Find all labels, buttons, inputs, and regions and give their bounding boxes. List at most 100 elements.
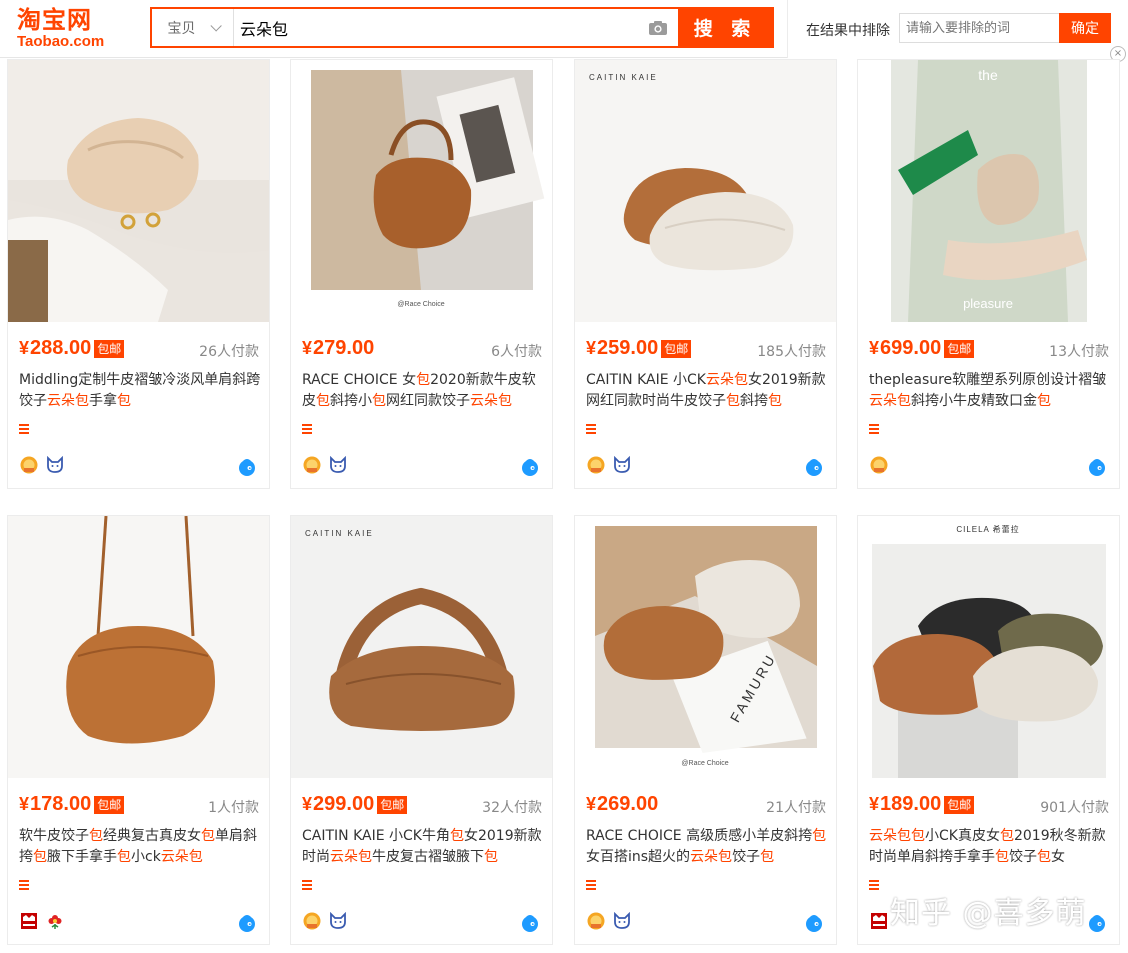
free-shipping-badge: 包邮	[661, 339, 692, 358]
title-keyword-highlight: 包	[117, 393, 131, 409]
price-value: 178.00	[30, 793, 92, 815]
buyer-count: 901人付款	[1040, 800, 1109, 816]
more-menu-icon[interactable]	[302, 880, 312, 890]
fox-icon[interactable]	[612, 455, 632, 475]
flower-icon[interactable]	[45, 911, 65, 931]
product-card[interactable]: CAITIN KAIE ¥259.00 包邮 185人付款 CAITIN KAIE 小…	[574, 59, 837, 489]
exclude-confirm-button[interactable]: 确定	[1059, 13, 1111, 43]
title-keyword-highlight: 包	[484, 849, 498, 865]
title-text: CAITIN KAIE 小CK牛角	[302, 828, 450, 844]
title-text: 斜挎小	[330, 393, 372, 409]
title-keyword-highlight: 包	[1037, 393, 1051, 409]
gold-medal-icon[interactable]	[302, 455, 322, 475]
product-title[interactable]: 软牛皮饺子包经典复古真皮女包单肩斜挎包腋下手拿手包小ck云朵包	[19, 826, 262, 868]
tmall-icon[interactable]	[19, 911, 39, 931]
product-image[interactable]: the pleasure	[858, 60, 1119, 322]
product-price: ¥699.00 包邮	[869, 337, 975, 360]
product-image[interactable]: CAITIN KAIE	[291, 516, 552, 778]
product-image[interactable]: @Race Choice	[291, 60, 552, 322]
wangwang-chat-icon[interactable]	[237, 913, 257, 937]
title-keyword-highlight: 包	[449, 828, 464, 844]
wangwang-chat-icon[interactable]	[237, 457, 257, 481]
product-title[interactable]: thepleasure软雕塑系列原创设计褶皱云朵包斜挎小牛皮精致口金包	[869, 370, 1112, 412]
exclude-label: 在结果中排除	[806, 23, 890, 39]
product-title[interactable]: RACE CHOICE 高级质感小羊皮斜挎包女百搭ins超火的云朵包饺子包	[586, 826, 829, 868]
product-card[interactable]: ¥178.00 包邮 1人付款 软牛皮饺子包经典复古真皮女包单肩斜挎包腋下手拿手包小c…	[7, 515, 270, 945]
product-title[interactable]: 云朵包包小CK真皮女包2019秋冬新款时尚单肩斜挎手拿手包饺子包女	[869, 826, 1112, 868]
search-button[interactable]: 搜 索	[678, 9, 772, 46]
more-menu-icon[interactable]	[19, 424, 29, 434]
more-menu-icon[interactable]	[869, 424, 879, 434]
wangwang-chat-icon[interactable]	[804, 913, 824, 937]
product-card[interactable]: CILELA 希蕾拉 ¥189.00 包邮 901人付款 云朵包包小CK真皮女包201…	[857, 515, 1120, 945]
taobao-logo[interactable]: 淘宝网 Taobao.com	[17, 6, 117, 52]
product-title[interactable]: CAITIN KAIE 小CK云朵包女2019新款网红同款时尚牛皮饺子包斜挎包	[586, 370, 829, 412]
exclude-input[interactable]	[899, 13, 1059, 43]
product-price: ¥288.00 包邮	[19, 337, 125, 360]
title-text: 小CK真皮女	[925, 828, 1000, 844]
title-text: 女	[1051, 849, 1065, 865]
product-image[interactable]	[8, 60, 269, 322]
more-menu-icon[interactable]	[586, 880, 596, 890]
shop-badges	[869, 911, 889, 931]
wangwang-chat-icon[interactable]	[520, 913, 540, 937]
gold-medal-icon[interactable]	[302, 911, 322, 931]
product-image[interactable]: CILELA 希蕾拉	[858, 516, 1119, 778]
product-card[interactable]: ¥288.00 包邮 26人付款 Middling定制牛皮褶皱冷淡风单肩斜跨饺子云朵包…	[7, 59, 270, 489]
buyer-count: 1人付款	[208, 800, 259, 816]
price-value: 259.00	[597, 337, 659, 359]
product-image[interactable]: CAITIN KAIE	[575, 60, 836, 322]
product-title[interactable]: CAITIN KAIE 小CK牛角包女2019新款时尚云朵包牛皮复古褶皱腋下包	[302, 826, 545, 868]
currency-symbol: ¥	[302, 794, 313, 814]
product-card[interactable]: FAMURU @Race Choice ¥269.00 21人付款 RACE CHO…	[574, 515, 837, 945]
free-shipping-badge: 包邮	[944, 339, 975, 358]
title-keyword-highlight: 包	[995, 849, 1009, 865]
product-title[interactable]: Middling定制牛皮褶皱冷淡风单肩斜跨饺子云朵包手拿包	[19, 370, 262, 412]
fox-icon[interactable]	[45, 455, 65, 475]
wangwang-chat-icon[interactable]	[1087, 457, 1107, 481]
fox-icon[interactable]	[328, 455, 348, 475]
title-keyword-highlight: 云朵包包	[869, 828, 925, 844]
product-card[interactable]: @Race Choice ¥279.00 6人付款 RACE CHOICE 女包20…	[290, 59, 553, 489]
more-menu-icon[interactable]	[19, 880, 29, 890]
product-price: ¥189.00 包邮	[869, 793, 975, 816]
product-image[interactable]: FAMURU @Race Choice	[575, 516, 836, 778]
product-card[interactable]: CAITIN KAIE ¥299.00 包邮 32人付款 CAITIN KAIE 小C…	[290, 515, 553, 945]
title-keyword-highlight: 包	[812, 828, 827, 844]
gold-medal-icon[interactable]	[586, 911, 606, 931]
product-title[interactable]: RACE CHOICE 女包2020新款牛皮软皮包斜挎小包网红同款饺子云朵包	[302, 370, 545, 412]
wangwang-chat-icon[interactable]	[1087, 913, 1107, 937]
gold-medal-icon[interactable]	[869, 455, 889, 475]
more-menu-icon[interactable]	[869, 880, 879, 890]
wangwang-chat-icon[interactable]	[520, 457, 540, 481]
title-keyword-highlight: 云朵包	[869, 393, 911, 409]
title-keyword-highlight: 包	[768, 393, 782, 409]
svg-text:@Race Choice: @Race Choice	[397, 301, 444, 308]
svg-text:CAITIN KAIE: CAITIN KAIE	[305, 529, 374, 538]
currency-symbol: ¥	[19, 338, 30, 358]
wangwang-chat-icon[interactable]	[804, 457, 824, 481]
title-text: RACE CHOICE 高级质感小羊皮斜挎	[586, 828, 813, 844]
free-shipping-badge: 包邮	[94, 795, 125, 814]
gold-medal-icon[interactable]	[19, 455, 39, 475]
search-input[interactable]	[234, 9, 638, 46]
camera-icon[interactable]	[638, 9, 678, 46]
product-card[interactable]: the pleasure ¥699.00 包邮 13人付款 thepleasure软雕…	[857, 59, 1120, 489]
title-keyword-highlight: 包	[999, 828, 1014, 844]
title-text: 软牛皮饺子	[19, 828, 89, 844]
title-keyword-highlight: 包	[760, 849, 775, 865]
shop-badges	[19, 911, 65, 931]
more-menu-icon[interactable]	[586, 424, 596, 434]
fox-icon[interactable]	[612, 911, 632, 931]
title-text: RACE CHOICE 女	[302, 372, 417, 388]
tmall-icon[interactable]	[869, 911, 889, 931]
title-text: thepleasure软雕塑系列原创设计褶皱	[869, 372, 1107, 388]
fox-icon[interactable]	[328, 911, 348, 931]
gold-medal-icon[interactable]	[586, 455, 606, 475]
more-menu-icon[interactable]	[302, 424, 312, 434]
search-scope-dropdown[interactable]: 宝贝	[152, 9, 234, 46]
product-image[interactable]	[8, 516, 269, 778]
title-keyword-highlight: 包	[89, 828, 103, 844]
title-text: 小ck	[131, 849, 161, 865]
svg-text:the: the	[978, 67, 998, 83]
